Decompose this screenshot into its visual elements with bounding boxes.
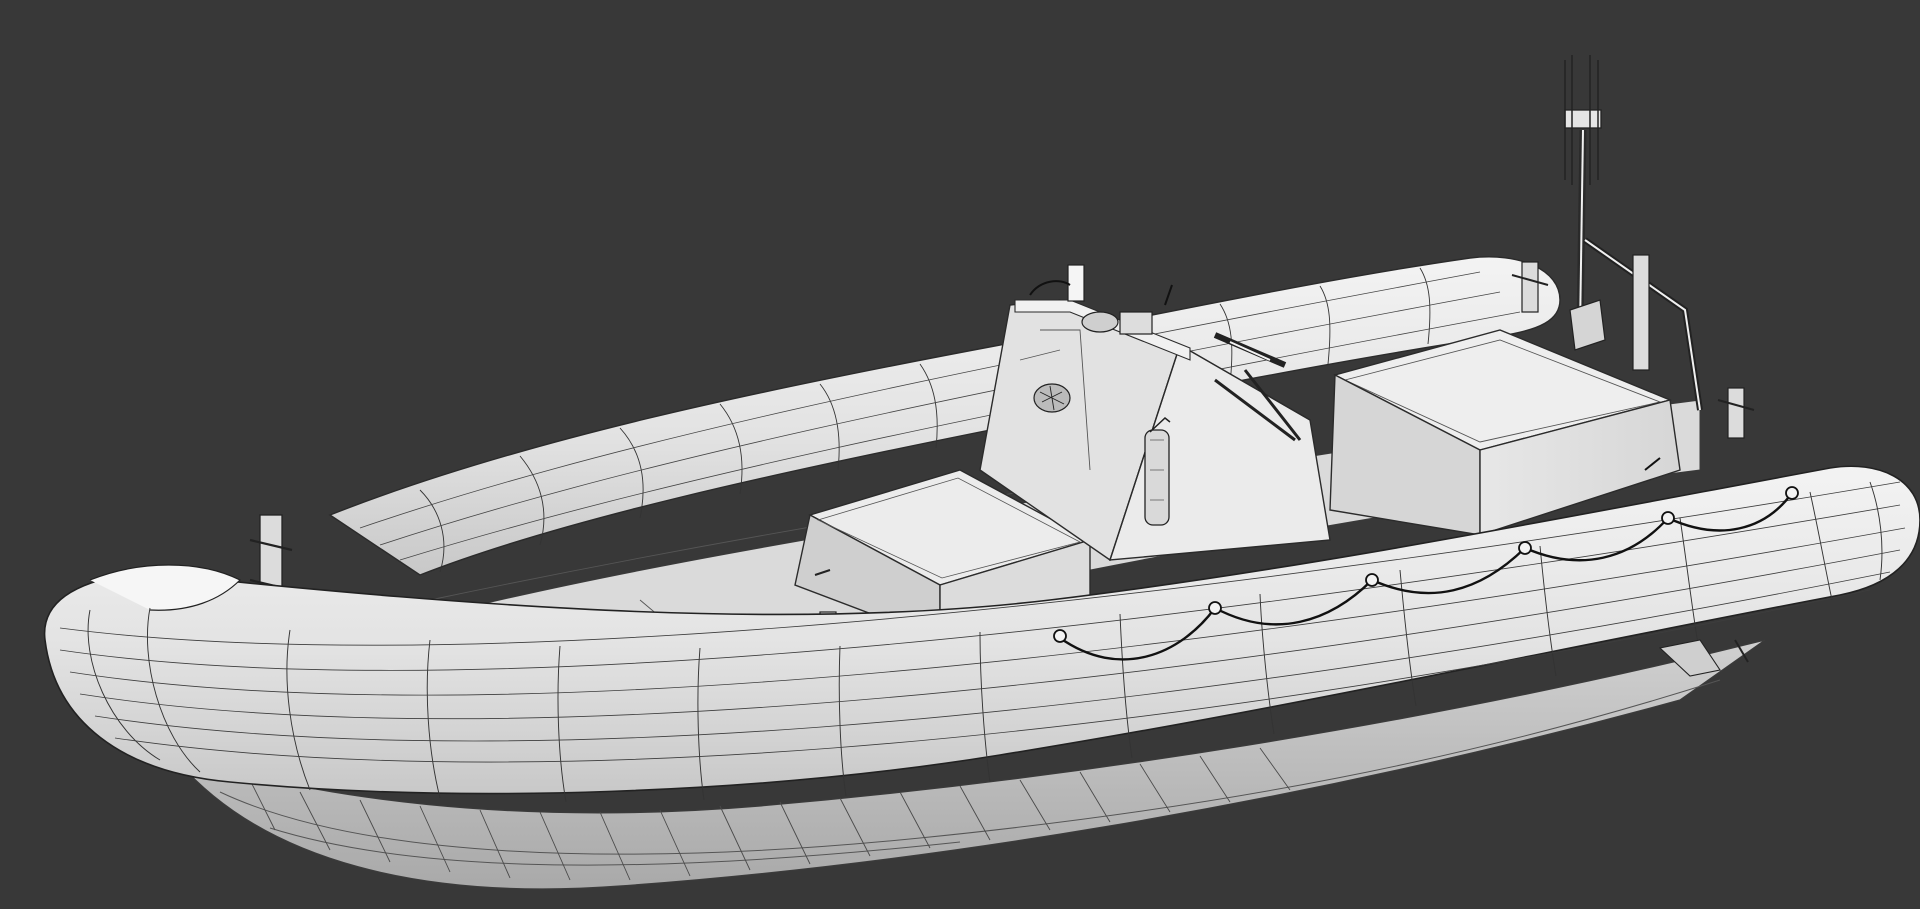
- stern-post-right: [1717, 387, 1755, 439]
- searchlight: [1033, 383, 1071, 413]
- compass-dome: [1081, 311, 1119, 333]
- 3d-viewport[interactable]: [0, 0, 1920, 909]
- antenna-box: [1067, 264, 1085, 302]
- boat-wireframe-render: [43, 55, 1920, 890]
- aft-storage-box: [1329, 329, 1681, 536]
- display-unit: [1119, 311, 1153, 335]
- fire-extinguisher: [1144, 417, 1171, 526]
- radar-mast: [1564, 55, 1606, 351]
- boat-render: [0, 0, 1920, 909]
